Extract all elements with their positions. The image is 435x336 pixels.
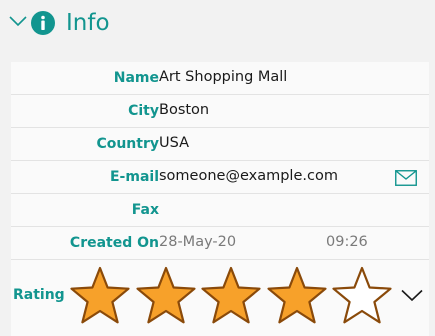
field-row-rating: Rating bbox=[11, 260, 429, 336]
field-label-fax: Fax bbox=[131, 202, 159, 218]
chevron-down-icon[interactable] bbox=[9, 15, 27, 27]
info-circle-icon bbox=[31, 11, 55, 35]
star-filled-icon[interactable] bbox=[68, 265, 132, 327]
field-row-name: Name Art Shopping Mall bbox=[11, 62, 429, 95]
field-label-name: Name bbox=[113, 70, 159, 86]
field-row-fax: Fax bbox=[11, 194, 429, 227]
field-label-country: Country bbox=[96, 136, 159, 152]
star-filled-icon[interactable] bbox=[199, 265, 263, 327]
star-filled-icon[interactable] bbox=[265, 265, 329, 327]
rating-stars[interactable] bbox=[68, 265, 398, 327]
field-value-email[interactable]: someone@example.com bbox=[159, 161, 338, 193]
field-label-city: City bbox=[128, 103, 159, 119]
field-row-email: E-mail someone@example.com bbox=[11, 161, 429, 194]
star-filled-icon[interactable] bbox=[134, 265, 198, 327]
section-title: Info bbox=[66, 10, 110, 36]
info-section-header[interactable]: Info bbox=[0, 0, 435, 50]
field-row-country: Country USA bbox=[11, 128, 429, 161]
field-label-rating: Rating bbox=[13, 287, 65, 303]
field-row-city: City Boston bbox=[11, 95, 429, 128]
info-details-panel: Name Art Shopping Mall City Boston Count… bbox=[11, 62, 429, 336]
field-value-name[interactable]: Art Shopping Mall bbox=[159, 62, 287, 94]
field-value-created-date: 28-May-20 bbox=[159, 234, 237, 250]
chevron-down-icon[interactable] bbox=[401, 289, 423, 302]
field-label-email: E-mail bbox=[109, 169, 159, 185]
field-row-created-on: Created On 28-May-20 09:26 bbox=[11, 227, 429, 260]
field-value-country[interactable]: USA bbox=[159, 128, 189, 160]
field-label-created-on: Created On bbox=[69, 235, 159, 251]
mail-icon[interactable] bbox=[395, 170, 417, 186]
field-value-city[interactable]: Boston bbox=[159, 95, 209, 127]
field-value-created-time: 09:26 bbox=[326, 234, 368, 250]
star-empty-icon[interactable] bbox=[330, 265, 394, 327]
